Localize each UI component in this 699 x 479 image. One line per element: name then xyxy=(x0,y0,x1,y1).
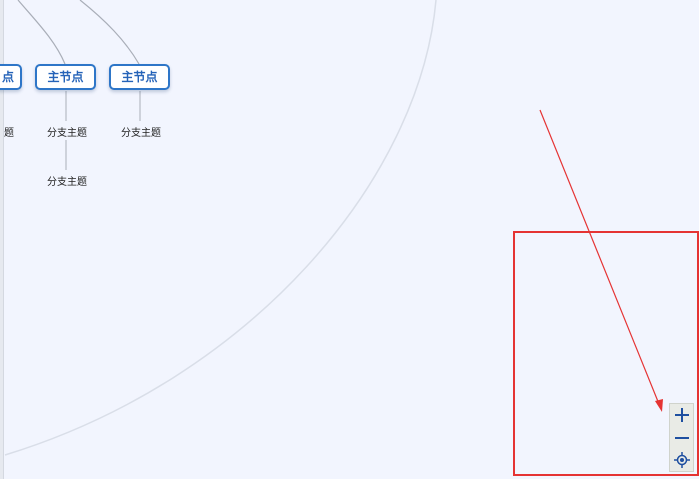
branch-topic[interactable]: 分支主题 xyxy=(47,173,87,188)
branch-topic[interactable]: 分支主题 xyxy=(121,124,161,139)
branch-topic-partial[interactable]: 题 xyxy=(4,124,14,139)
main-node[interactable]: 主节点 xyxy=(35,64,96,90)
main-node[interactable]: 主节点 xyxy=(109,64,170,90)
minus-icon xyxy=(674,437,689,439)
main-node-label: 主节点 xyxy=(121,70,158,84)
zoom-out-button[interactable] xyxy=(670,427,693,449)
plus-icon xyxy=(674,408,689,422)
zoom-in-button[interactable] xyxy=(670,404,693,426)
crosshair-icon xyxy=(673,452,690,468)
main-node-partial[interactable]: 点 xyxy=(0,64,22,90)
main-node-label: 点 xyxy=(1,70,14,84)
branch-topic[interactable]: 分支主题 xyxy=(47,124,87,139)
locate-center-button[interactable] xyxy=(670,449,693,471)
zoom-controls xyxy=(669,403,694,472)
main-node-label: 主节点 xyxy=(47,70,84,84)
